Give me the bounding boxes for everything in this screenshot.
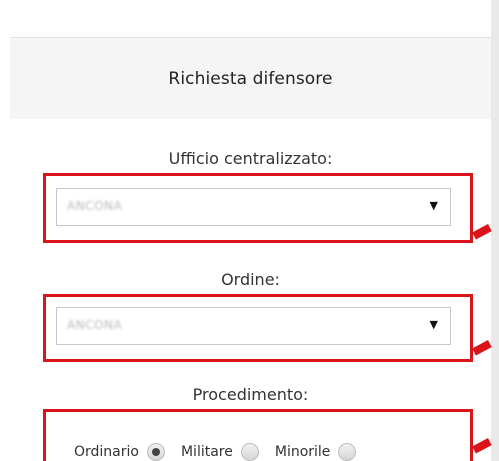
- procedimento-radio-group: Ordinario Militare Minorile: [46, 412, 470, 461]
- ordine-select[interactable]: ANCONA ▼: [56, 307, 451, 345]
- radio-label-militare: Militare: [180, 443, 233, 460]
- ordine-label: Ordine:: [221, 270, 280, 289]
- radio-label-minorile: Minorile: [274, 443, 331, 460]
- panel-header: Richiesta difensore: [10, 37, 491, 120]
- ufficio-select[interactable]: ANCONA ▼: [56, 188, 451, 226]
- radio-ordinario[interactable]: [146, 442, 165, 461]
- form-content: Ufficio centralizzato: ANCONA ▼ Ordine: …: [10, 119, 491, 461]
- page-title: Richiesta difensore: [168, 68, 333, 89]
- radio-militare[interactable]: [240, 442, 259, 461]
- highlight-box-procedimento: Ordinario Militare Minorile: [43, 409, 473, 461]
- radio-minorile[interactable]: [338, 442, 357, 461]
- ufficio-label: Ufficio centralizzato:: [168, 149, 333, 168]
- radio-label-ordinario: Ordinario: [74, 443, 139, 460]
- caret-down-icon: ▼: [429, 199, 438, 212]
- ufficio-select-value: ANCONA: [67, 199, 123, 213]
- ordine-select-value: ANCONA: [67, 318, 123, 332]
- caret-down-icon: ▼: [429, 318, 438, 331]
- scrollbar-edge[interactable]: [491, 0, 499, 461]
- page: Richiesta difensore Ufficio centralizzat…: [0, 0, 499, 461]
- procedimento-label: Procedimento:: [192, 385, 309, 404]
- top-strip: [0, 0, 499, 36]
